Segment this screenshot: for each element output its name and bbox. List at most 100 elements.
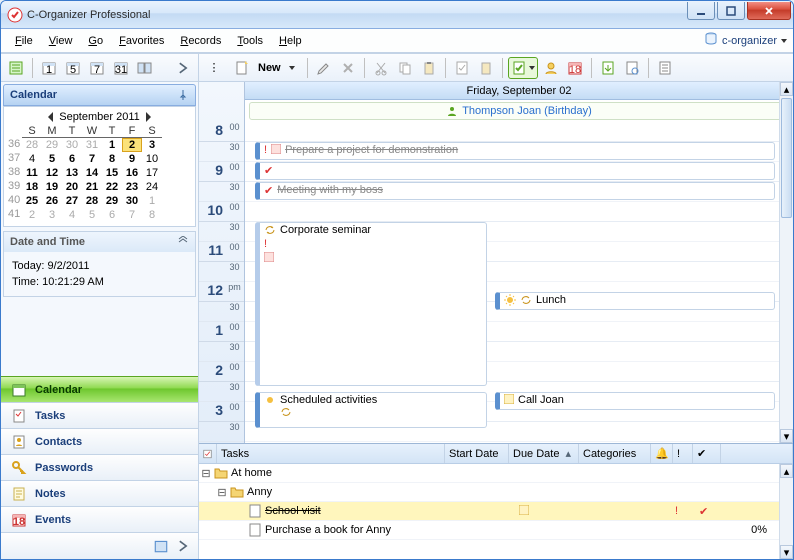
nav-tasks[interactable]: Tasks — [1, 402, 198, 428]
collapse-icon[interactable]: ⊟ — [215, 486, 229, 499]
mini-cal-day[interactable]: 28 — [22, 138, 42, 152]
edit-icon[interactable] — [313, 57, 335, 79]
scroll-down-icon[interactable]: ▾ — [780, 545, 793, 559]
database-label[interactable]: c-organizer — [722, 35, 777, 47]
list-icon[interactable] — [654, 57, 676, 79]
event-sched[interactable]: Scheduled activities — [255, 392, 487, 428]
paste2-icon[interactable] — [475, 57, 497, 79]
navstrip-overflow-icon[interactable] — [152, 537, 170, 555]
task-group-row[interactable]: ⊟ At home — [199, 464, 793, 483]
col-due[interactable]: Due Date▴ — [509, 444, 579, 463]
mini-cal-day[interactable]: 24 — [142, 180, 162, 194]
nav-events[interactable]: 18 Events — [1, 506, 198, 532]
scroll-thumb[interactable] — [781, 98, 792, 218]
nav-contacts[interactable]: Contacts — [1, 428, 198, 454]
mini-cal-day[interactable]: 3 — [142, 138, 162, 152]
mini-cal-day[interactable]: 20 — [62, 180, 82, 194]
mini-cal-day[interactable]: 7 — [122, 208, 142, 222]
mini-cal-day[interactable]: 30 — [62, 138, 82, 152]
view-multi-icon[interactable] — [134, 57, 156, 79]
menu-view[interactable]: View — [41, 33, 81, 49]
mini-cal-day[interactable]: 1 — [142, 194, 162, 208]
view-list-icon[interactable] — [5, 57, 27, 79]
menu-help[interactable]: Help — [271, 33, 310, 49]
mini-cal-title[interactable]: September 2011 — [59, 111, 140, 123]
mini-cal-day[interactable]: 28 — [82, 194, 102, 208]
date-icon[interactable]: 18 — [564, 57, 586, 79]
menu-tools[interactable]: Tools — [229, 33, 271, 49]
mini-cal-day[interactable]: 7 — [82, 152, 102, 166]
complete-icon[interactable] — [451, 57, 473, 79]
collapse-icon[interactable]: ⊟ — [199, 467, 213, 480]
task-group-row[interactable]: ⊟ Anny — [199, 483, 793, 502]
mini-cal-day[interactable]: 16 — [122, 166, 142, 180]
pin-icon[interactable] — [177, 89, 189, 101]
scroll-up-icon[interactable]: ▴ — [780, 82, 793, 96]
col-pct[interactable] — [721, 444, 793, 463]
maximize-button[interactable] — [717, 2, 745, 20]
mini-cal-day[interactable]: 21 — [82, 180, 102, 194]
mini-cal-day[interactable]: 31 — [82, 138, 102, 152]
event-prep[interactable]: ! Prepare a project for demonstration — [255, 142, 775, 160]
task-row[interactable]: Purchase a book for Anny 0% — [199, 521, 793, 540]
view-day1-icon[interactable]: 1 — [38, 57, 60, 79]
mini-cal-day[interactable]: 10 — [142, 152, 162, 166]
mini-cal-day[interactable]: 1 — [102, 138, 122, 152]
close-button[interactable] — [747, 2, 791, 20]
mini-cal-day[interactable]: 11 — [22, 166, 42, 180]
filter-done-icon[interactable] — [508, 57, 538, 79]
new-button[interactable]: New — [227, 57, 302, 79]
mini-cal-day[interactable]: 30 — [122, 194, 142, 208]
nav-notes[interactable]: Notes — [1, 480, 198, 506]
schedule-scrollbar[interactable]: ▴ ▾ — [779, 82, 793, 443]
event-call[interactable]: Call Joan — [495, 392, 775, 410]
scroll-up-icon[interactable]: ▴ — [780, 464, 793, 478]
cut-icon[interactable] — [370, 57, 392, 79]
col-start[interactable]: Start Date — [445, 444, 509, 463]
mini-cal-day[interactable]: 29 — [42, 138, 62, 152]
col-check-icon[interactable] — [199, 444, 217, 463]
mini-cal-day[interactable]: 9 — [122, 152, 142, 166]
paste-icon[interactable] — [418, 57, 440, 79]
col-alarm-icon[interactable]: 🔔 — [651, 444, 673, 463]
mini-cal-day[interactable]: 26 — [42, 194, 62, 208]
menu-file[interactable]: File — [7, 33, 41, 49]
mini-cal-day[interactable]: 4 — [62, 208, 82, 222]
mini-cal-day[interactable]: 19 — [42, 180, 62, 194]
copy-icon[interactable] — [394, 57, 416, 79]
mini-cal-day[interactable]: 29 — [102, 194, 122, 208]
preview-icon[interactable] — [621, 57, 643, 79]
mini-cal-day[interactable]: 2 — [122, 138, 142, 152]
prev-month-icon[interactable] — [43, 112, 53, 122]
col-cat[interactable]: Categories — [579, 444, 651, 463]
mini-cal-day[interactable]: 6 — [102, 208, 122, 222]
next-month-icon[interactable] — [146, 112, 156, 122]
nav-passwords[interactable]: Passwords — [1, 454, 198, 480]
nav-calendar[interactable]: Calendar — [1, 376, 198, 402]
mini-cal-day[interactable]: 25 — [22, 194, 42, 208]
event-meet[interactable]: ✔ Meeting with my boss — [255, 162, 775, 180]
mini-cal-day[interactable]: 23 — [122, 180, 142, 194]
minimize-button[interactable] — [687, 2, 715, 20]
contact-icon[interactable] — [540, 57, 562, 79]
event-meet2[interactable]: ✔ Meeting with my boss — [255, 182, 775, 200]
mini-cal-day[interactable]: 12 — [42, 166, 62, 180]
sidebar-more-icon[interactable] — [172, 57, 194, 79]
database-dropdown-icon[interactable] — [781, 39, 787, 43]
mini-cal-day[interactable]: 3 — [42, 208, 62, 222]
mini-cal-day[interactable]: 5 — [42, 152, 62, 166]
mini-cal-day[interactable]: 8 — [102, 152, 122, 166]
delete-icon[interactable] — [337, 57, 359, 79]
col-tasks[interactable]: Tasks — [217, 444, 445, 463]
menu-go[interactable]: Go — [80, 33, 111, 49]
view-day31-icon[interactable]: 31 — [110, 57, 132, 79]
day-area[interactable]: Friday, September 02 Thompson Joan (Birt… — [245, 82, 793, 443]
event-corp[interactable]: Corporate seminar ! — [255, 222, 487, 386]
task-row[interactable]: School visit ! ✔ — [199, 502, 793, 521]
view-day5-icon[interactable]: 5 — [62, 57, 84, 79]
menu-favorites[interactable]: Favorites — [111, 33, 172, 49]
collapse-icon[interactable] — [177, 236, 189, 249]
mini-cal-day[interactable]: 2 — [22, 208, 42, 222]
task-scrollbar[interactable]: ▴ ▾ — [779, 464, 793, 559]
event-lunch[interactable]: Lunch — [495, 292, 775, 310]
